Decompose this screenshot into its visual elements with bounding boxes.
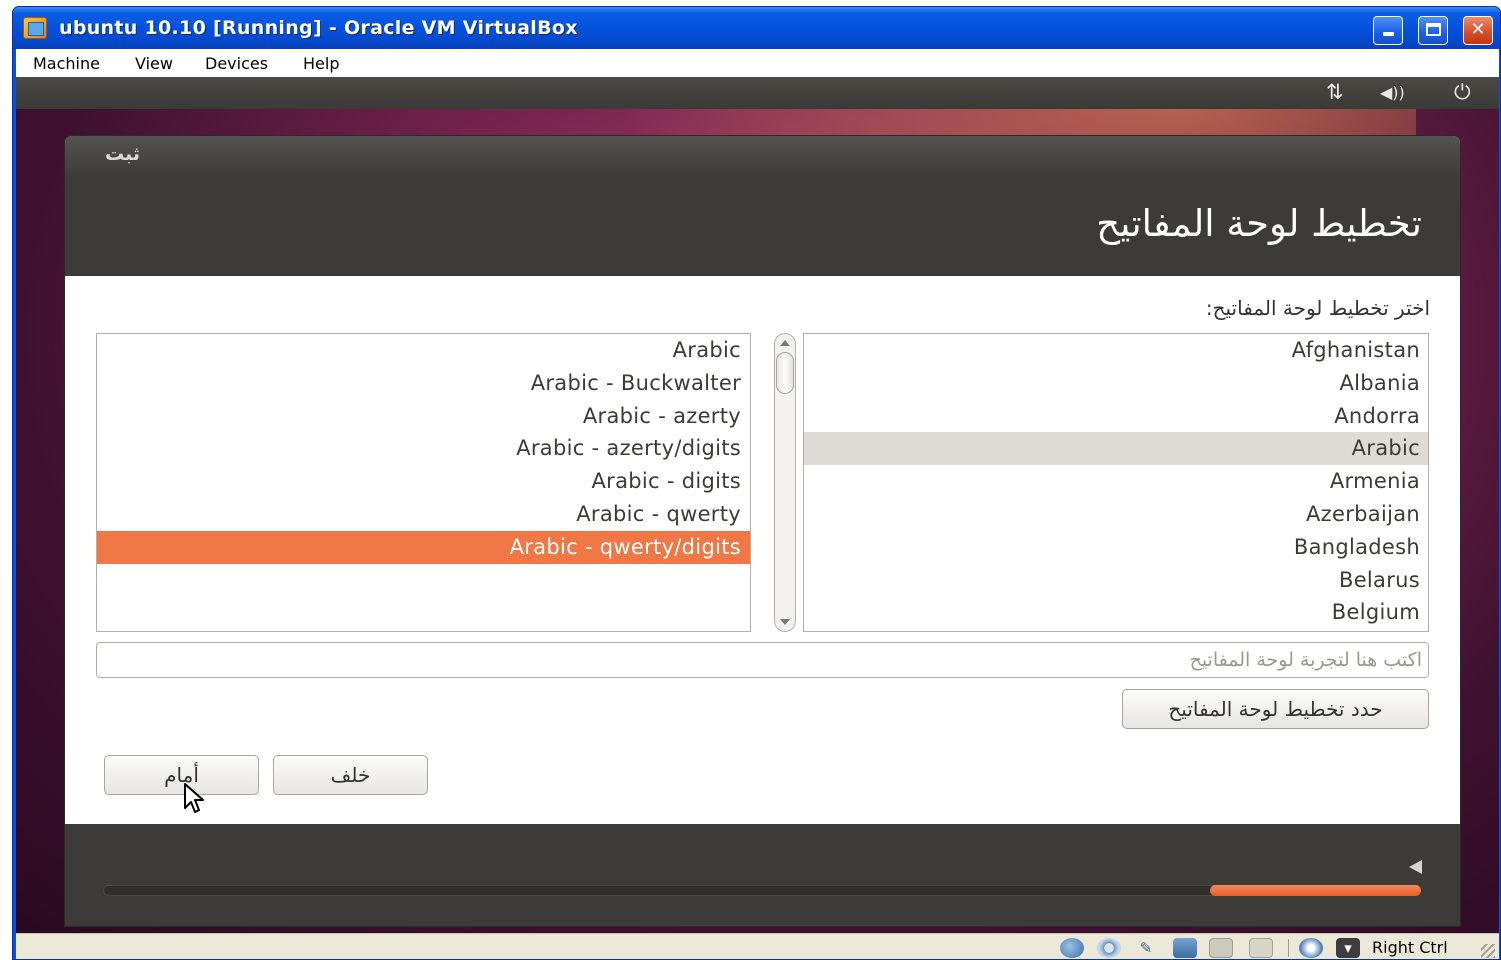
list-item[interactable]: Arabic - azerty/digits [97, 432, 750, 465]
list-item[interactable]: Arabic - azerty [97, 400, 750, 433]
list-item-selected[interactable]: Arabic - qwerty/digits [97, 530, 750, 564]
hard-disk-icon[interactable] [1060, 938, 1084, 958]
layout-country-list[interactable]: Afghanistan Albania Andorra Arabic Armen… [803, 333, 1429, 632]
scroll-down-icon[interactable] [780, 619, 790, 625]
installer-footer [65, 824, 1460, 926]
layout-variant-list[interactable]: Arabic Arabic - Buckwalter Arabic - azer… [96, 333, 751, 632]
vm-status-bar: ✎ ▾ Right Ctrl [16, 933, 1499, 959]
usb-icon[interactable]: ✎ [1134, 938, 1158, 958]
power-icon[interactable]: ⏻ [1454, 80, 1471, 105]
menu-view[interactable]: View [135, 54, 173, 73]
progress-fill [1210, 885, 1421, 896]
minimize-icon [1382, 32, 1394, 36]
keyboard-icon[interactable]: ▾ [1336, 938, 1360, 958]
page-title: تخطيط لوحة المفاتيح [1096, 202, 1422, 245]
list-item[interactable]: Arabic - qwerty [97, 498, 750, 531]
scrollbar-thumb[interactable] [776, 352, 794, 394]
scroll-up-icon[interactable] [780, 340, 790, 346]
list-item[interactable]: Armenia [804, 465, 1428, 498]
installer-window-title: ثبت [105, 143, 141, 165]
network-icon[interactable] [1173, 938, 1197, 958]
list-item[interactable]: Andorra [804, 400, 1428, 433]
cd-icon[interactable] [1097, 938, 1121, 958]
layout-prompt-label: اختر تخطيط لوحة المفاتيح: [1205, 296, 1430, 320]
gnome-top-panel: ⇅ ◀)) ⏻ [16, 77, 1499, 109]
minimize-button[interactable] [1373, 16, 1403, 45]
install-progress-bar [103, 885, 1421, 896]
shared-folder-icon[interactable] [1209, 938, 1233, 958]
arrow-left-icon [1409, 860, 1422, 874]
status-divider [1288, 939, 1289, 957]
installer-title-bar[interactable]: ثبت [65, 136, 1460, 176]
installer-header: تخطيط لوحة المفاتيح [65, 176, 1460, 276]
back-button[interactable]: خلف [273, 755, 428, 795]
keyboard-test-input[interactable] [96, 642, 1429, 678]
mouse-integration-icon[interactable] [1299, 938, 1323, 958]
resize-grip-icon[interactable] [1481, 944, 1495, 958]
close-icon: ✕ [1470, 19, 1486, 40]
detect-layout-button[interactable]: حدد تخطيط لوحة المفاتيح [1122, 689, 1429, 729]
menu-help[interactable]: Help [303, 54, 339, 73]
virtualbox-window: ubuntu 10.10 [Running] - Oracle VM Virtu… [12, 6, 1501, 960]
installer-window: ثبت تخطيط لوحة المفاتيح اختر تخطيط لوحة … [64, 135, 1461, 927]
menu-machine[interactable]: Machine [33, 54, 100, 73]
list-item[interactable]: Arabic [97, 334, 750, 367]
forward-button[interactable]: أمام [104, 755, 259, 795]
maximize-button[interactable] [1418, 16, 1448, 45]
host-key-label: Right Ctrl [1372, 938, 1448, 957]
list-item-selected[interactable]: Arabic [804, 432, 1428, 466]
list-item[interactable]: Afghanistan [804, 334, 1428, 367]
list-item[interactable]: Arabic - digits [97, 465, 750, 498]
video-capture-icon[interactable] [1249, 938, 1273, 958]
window-title: ubuntu 10.10 [Running] - Oracle VM Virtu… [59, 17, 578, 39]
guest-screen[interactable]: ⇅ ◀)) ⏻ ثبت تخطيط لوحة المفاتيح اختر تخط… [16, 77, 1499, 933]
maximize-icon [1425, 23, 1441, 36]
list-item[interactable]: Azerbaijan [804, 498, 1428, 531]
list-item[interactable]: Bangladesh [804, 531, 1428, 564]
country-list-scrollbar[interactable] [774, 333, 796, 632]
list-item[interactable]: Albania [804, 367, 1428, 400]
network-icon[interactable]: ⇅ [1326, 80, 1344, 104]
list-item[interactable]: Belarus [804, 564, 1428, 597]
volume-icon[interactable]: ◀)) [1380, 83, 1405, 102]
list-item[interactable]: Arabic - Buckwalter [97, 367, 750, 400]
virtualbox-app-icon[interactable] [23, 17, 47, 39]
list-item[interactable]: Belgium [804, 596, 1428, 629]
menu-bar: Machine View Devices Help [16, 49, 1499, 77]
mouse-cursor-icon [184, 783, 204, 813]
menu-devices[interactable]: Devices [205, 54, 268, 73]
close-button[interactable]: ✕ [1463, 16, 1493, 45]
title-bar[interactable]: ubuntu 10.10 [Running] - Oracle VM Virtu… [13, 7, 1500, 49]
